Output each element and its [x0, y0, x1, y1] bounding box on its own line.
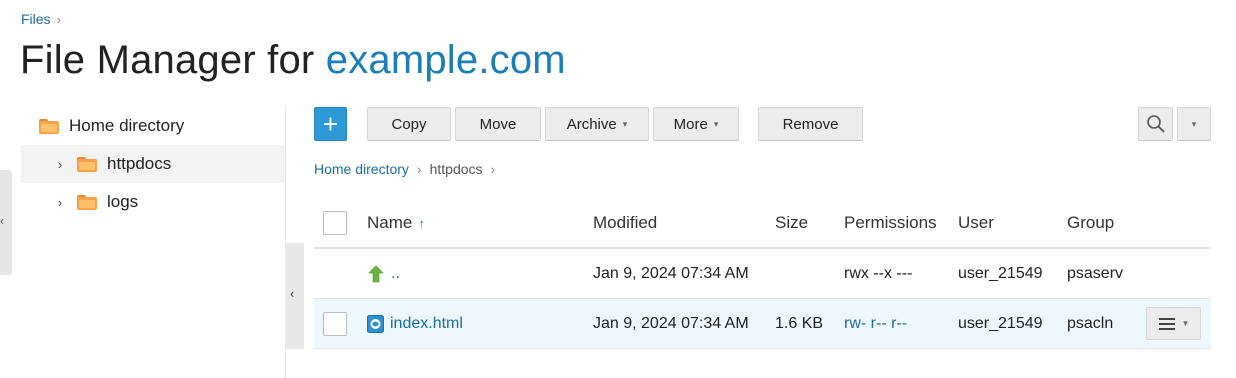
- path-home-link[interactable]: Home directory: [314, 161, 409, 177]
- chevron-down-icon: ▾: [622, 118, 628, 129]
- more-button-label: More: [673, 115, 708, 133]
- row-checkbox[interactable]: [323, 311, 347, 336]
- copy-button[interactable]: Copy: [367, 107, 451, 141]
- file-modified: Jan 9, 2024 07:34 AM: [593, 314, 749, 332]
- plus-icon: +: [322, 108, 339, 139]
- file-table: Name ↑ Modified Size Permissions User Gro…: [314, 199, 1211, 349]
- move-button[interactable]: Move: [455, 107, 541, 141]
- search-options-button[interactable]: ▾: [1177, 107, 1211, 141]
- sort-ascending-icon: ↑: [418, 215, 425, 231]
- chevron-down-icon: ▾: [1191, 118, 1197, 129]
- breadcrumb: Files ›: [21, 11, 61, 27]
- folder-icon: [77, 194, 97, 210]
- file-name: ..: [391, 264, 400, 282]
- parent-directory-link[interactable]: ..: [367, 249, 400, 298]
- table-row[interactable]: index.html Jan 9, 2024 07:34 AM 1.6 KB r…: [314, 299, 1211, 349]
- column-header-group[interactable]: Group: [1067, 199, 1114, 247]
- up-arrow-icon: [368, 265, 384, 282]
- path-breadcrumb: Home directory › httpdocs ›: [314, 161, 495, 177]
- chevron-down-icon: ▾: [713, 118, 719, 129]
- file-modified: Jan 9, 2024 07:34 AM: [593, 264, 749, 282]
- table-row: .. Jan 9, 2024 07:34 AM rwx --x --- user…: [314, 249, 1211, 299]
- table-header: Name ↑ Modified Size Permissions User Gro…: [314, 199, 1211, 249]
- chevron-right-icon: ›: [56, 12, 61, 27]
- more-dropdown-button[interactable]: More ▾: [653, 107, 739, 141]
- breadcrumb-files-link[interactable]: Files: [21, 11, 51, 27]
- page-title-prefix: File Manager for: [20, 38, 326, 82]
- search-icon: [1146, 115, 1165, 133]
- row-actions-menu-button[interactable]: ▾: [1146, 307, 1201, 340]
- add-button[interactable]: +: [314, 107, 347, 141]
- file-size: 1.6 KB: [775, 314, 824, 332]
- file-name-link[interactable]: index.html: [367, 299, 463, 348]
- hamburger-menu-icon: [1159, 317, 1176, 330]
- select-all-checkbox[interactable]: [323, 211, 347, 235]
- tree-item-logs[interactable]: › logs: [21, 183, 285, 221]
- file-permissions: rwx --x ---: [844, 264, 913, 282]
- tree-item-label: Home directory: [69, 116, 185, 135]
- archive-button-label: Archive: [566, 115, 617, 133]
- tree-collapse-handle[interactable]: ‹: [285, 243, 304, 349]
- tree-item-label: logs: [107, 192, 139, 211]
- file-permissions-link[interactable]: rw- r-- r--: [844, 299, 907, 348]
- chevron-left-icon: ‹: [290, 286, 295, 301]
- chevron-right-icon: ›: [416, 161, 422, 177]
- search-button[interactable]: [1138, 107, 1173, 141]
- chevron-right-icon[interactable]: ›: [53, 157, 67, 172]
- column-header-permissions[interactable]: Permissions: [844, 199, 937, 247]
- folder-icon: [77, 156, 97, 172]
- archive-dropdown-button[interactable]: Archive ▾: [545, 107, 649, 141]
- chevron-left-icon: ‹: [0, 214, 4, 228]
- folder-icon: [39, 118, 59, 134]
- page-title-domain[interactable]: example.com: [326, 38, 566, 82]
- tree-item-httpdocs[interactable]: › httpdocs: [21, 145, 285, 183]
- file-user: user_21549: [958, 264, 1043, 282]
- file-group: psaserv: [1067, 264, 1124, 282]
- html-file-icon: [367, 314, 384, 333]
- tree-item-label: httpdocs: [107, 154, 172, 173]
- column-header-name-label: Name: [367, 213, 413, 232]
- tree-item-home-directory[interactable]: Home directory: [21, 107, 285, 145]
- column-header-name[interactable]: Name ↑: [367, 199, 425, 247]
- file-user: user_21549: [958, 314, 1043, 332]
- column-header-modified[interactable]: Modified: [593, 199, 657, 247]
- remove-button[interactable]: Remove: [758, 107, 863, 141]
- path-current: httpdocs: [429, 161, 483, 177]
- column-header-user[interactable]: User: [958, 199, 994, 247]
- file-name: index.html: [390, 314, 463, 332]
- sidebar-expand-handle[interactable]: ‹: [0, 170, 12, 275]
- file-group: psacln: [1067, 314, 1114, 332]
- chevron-down-icon: ▾: [1183, 318, 1188, 328]
- page-title: File Manager for example.com: [20, 38, 566, 83]
- directory-tree: Home directory › httpdocs › logs: [21, 107, 285, 221]
- column-header-size[interactable]: Size: [775, 199, 808, 247]
- chevron-right-icon[interactable]: ›: [53, 195, 67, 210]
- chevron-right-icon: ›: [490, 161, 496, 177]
